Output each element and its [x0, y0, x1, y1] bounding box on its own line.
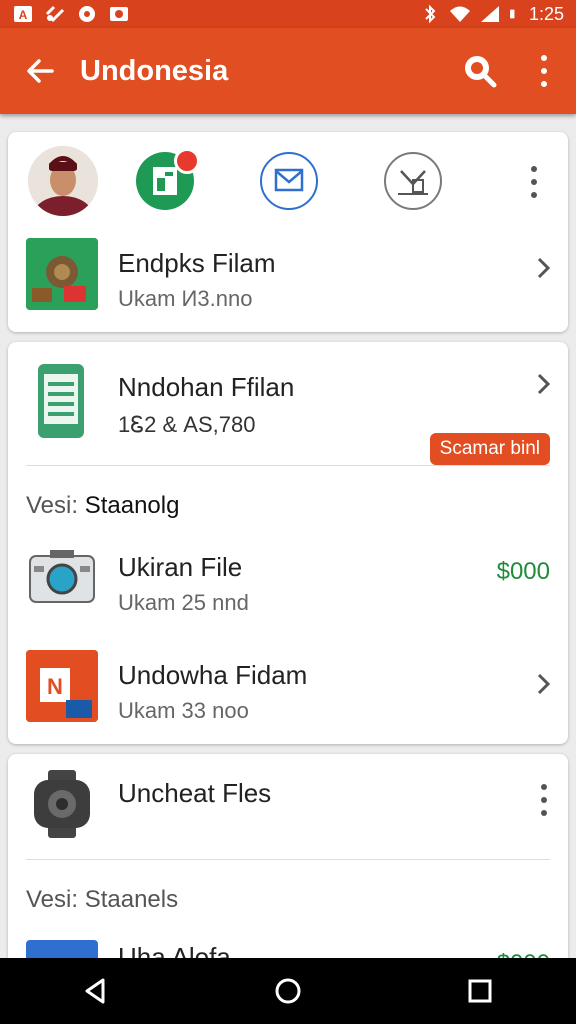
watch-icon: [34, 770, 90, 838]
avatar-image: [28, 146, 98, 216]
item-thumbnail: [26, 238, 98, 310]
more-files-card: Uncheat Fles Vesi: Staanels Uha Alofa $0…: [8, 754, 568, 964]
camera-icon: [29, 550, 95, 603]
quick-actions-row: [8, 132, 568, 232]
mail-icon: [274, 168, 304, 192]
section-label: Vesi: Staanolg: [26, 492, 179, 520]
nav-recents-button[interactable]: [450, 961, 510, 1021]
app-bar: Undonesia: [0, 28, 576, 114]
clock: 1:25: [528, 3, 564, 24]
mail-button[interactable]: [260, 152, 318, 210]
item-more-button[interactable]: [532, 780, 556, 820]
divider: [26, 859, 550, 860]
item-title: Undowha Fidam: [118, 660, 308, 690]
back-triangle-icon: [85, 978, 105, 1004]
notification-badge: [174, 148, 200, 174]
chevron-right-icon: [537, 257, 551, 279]
item-title: Nndohan Ffilan: [118, 372, 295, 402]
section-value: Staanolg: [84, 492, 180, 519]
signal-icon: [480, 6, 499, 22]
item-title: Ukiran File: [118, 552, 243, 582]
back-button[interactable]: [0, 28, 80, 114]
item-title: Endpks Filam: [118, 248, 276, 278]
item-thumbnail: [26, 546, 98, 618]
notification-icon: A: [14, 6, 32, 22]
list-item[interactable]: Endpks Filam Ukam И3.nno: [8, 236, 568, 326]
section-prefix: Vesi:: [26, 492, 85, 519]
record-icon: [79, 6, 95, 22]
more-options-button[interactable]: [512, 28, 576, 114]
phone-document-icon: [38, 364, 84, 438]
bluetooth-icon: [425, 4, 436, 24]
list-item[interactable]: Ukiran File Ukam 25 nnd $000: [8, 538, 568, 628]
camera-status-icon: [110, 7, 128, 21]
search-button[interactable]: [448, 28, 512, 114]
svg-text:A: A: [19, 8, 28, 22]
battery-icon: [510, 9, 515, 19]
nav-back-button[interactable]: [66, 961, 126, 1021]
heart-badge-icon: [398, 170, 428, 195]
item-thumbnail: [26, 768, 98, 840]
search-icon: [465, 56, 497, 88]
card-more-button[interactable]: [522, 162, 546, 202]
chevron-right-icon: [537, 373, 551, 395]
home-circle-icon: [275, 978, 301, 1004]
office-doc-icon: N: [26, 650, 98, 722]
files-card: Nndohan Ffilan 1Ꮛ2 & AS,780 Scamar binl …: [8, 342, 568, 744]
item-price: $000: [496, 558, 550, 585]
chevron-right-icon: [537, 673, 551, 695]
item-thumbnail: [26, 362, 98, 438]
list-item[interactable]: Uncheat Fles: [8, 766, 568, 856]
account-card: Endpks Filam Ukam И3.nno: [8, 132, 568, 332]
divider: [26, 465, 550, 466]
item-subtitle: Ukam 25 nnd: [118, 590, 249, 615]
item-thumbnail: N: [26, 650, 98, 722]
item-title: Uncheat Fles: [118, 778, 272, 808]
page-title: Undonesia: [80, 54, 229, 87]
system-nav-bar: [0, 958, 576, 1024]
item-subtitle: Ukam И3.nno: [118, 286, 253, 311]
more-vert-icon: [532, 51, 556, 91]
section-prefix: Vesi:: [26, 886, 85, 913]
nav-home-button[interactable]: [258, 961, 318, 1021]
favorites-button[interactable]: [384, 152, 442, 210]
arrow-left-icon: [27, 59, 54, 83]
status-bar: A 1:25: [0, 0, 576, 28]
avatar[interactable]: [28, 146, 98, 216]
recents-square-icon: [468, 979, 492, 1003]
svg-text:N: N: [47, 674, 63, 699]
film-thumbnail-icon: [26, 238, 98, 310]
section-label: Vesi: Staanels: [26, 886, 178, 914]
wifi-icon: [449, 6, 470, 22]
item-subtitle: 1Ꮛ2 & AS,780: [118, 412, 256, 437]
list-item[interactable]: N Undowha Fidam Ukam 33 noo: [8, 646, 568, 736]
link-icon: [45, 5, 65, 23]
list-item[interactable]: Nndohan Ffilan 1Ꮛ2 & AS,780 Scamar binl: [8, 360, 568, 470]
scan-button[interactable]: Scamar binl: [429, 433, 550, 465]
item-subtitle: Ukam 33 noo: [118, 698, 249, 723]
section-value: Staanels: [84, 886, 179, 913]
